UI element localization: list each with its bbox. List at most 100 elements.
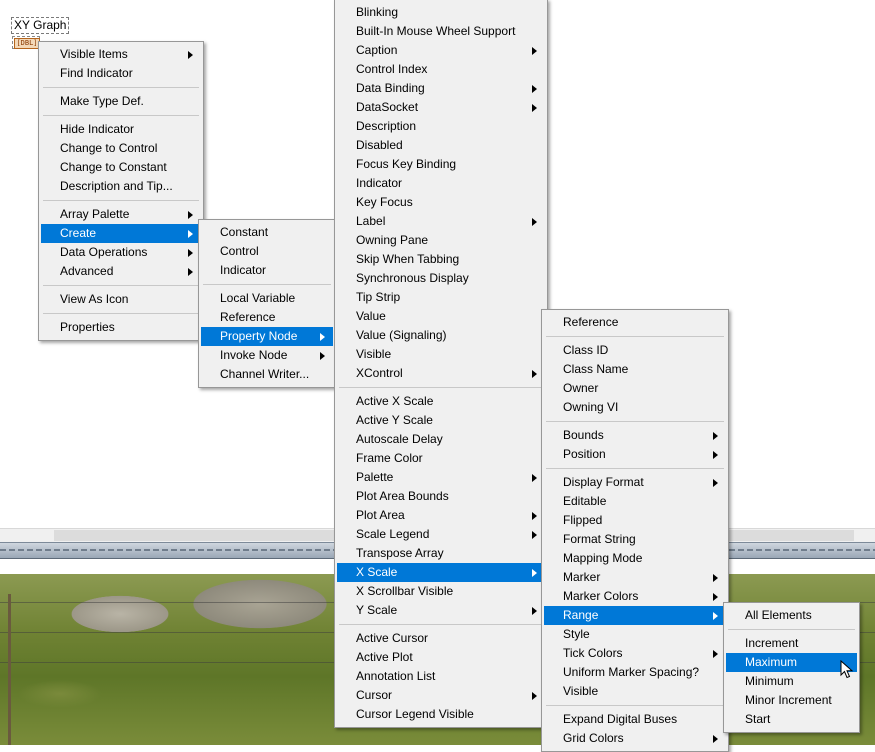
menu-item-owner[interactable]: Owner [544, 379, 726, 398]
menu-item-label: X Scrollbar Visible [356, 584, 454, 598]
menu-item-label[interactable]: Label [337, 212, 545, 231]
menu-item-bounds[interactable]: Bounds [544, 426, 726, 445]
menu-item-scale-legend[interactable]: Scale Legend [337, 525, 545, 544]
menu-item-control[interactable]: Control [201, 242, 333, 261]
menu-item-built-in-mouse-wheel-support[interactable]: Built-In Mouse Wheel Support [337, 22, 545, 41]
menu-item-skip-when-tabbing[interactable]: Skip When Tabbing [337, 250, 545, 269]
x-scale-submenu[interactable]: Reference Class ID Class Name Owner Owning V… [541, 309, 729, 752]
menu-item-change-to-constant[interactable]: Change to Constant [41, 158, 201, 177]
menu-item-active-x-scale[interactable]: Active X Scale [337, 392, 545, 411]
menu-item-view-as-icon[interactable]: View As Icon [41, 290, 201, 309]
menu-item-value-signaling[interactable]: Value (Signaling) [337, 326, 545, 345]
menu-item-hide-indicator[interactable]: Hide Indicator [41, 120, 201, 139]
menu-item-xcontrol[interactable]: XControl [337, 364, 545, 383]
menu-item-plot-area-bounds[interactable]: Plot Area Bounds [337, 487, 545, 506]
menu-item-owning-vi[interactable]: Owning VI [544, 398, 726, 417]
menu-item-visible-items[interactable]: Visible Items [41, 45, 201, 64]
menu-item-data-binding[interactable]: Data Binding [337, 79, 545, 98]
menu-item-make-type-def[interactable]: Make Type Def. [41, 92, 201, 111]
menu-item-position[interactable]: Position [544, 445, 726, 464]
menu-item-properties[interactable]: Properties [41, 318, 201, 337]
submenu-arrow-icon [188, 249, 193, 257]
menu-item-tick-colors[interactable]: Tick Colors [544, 644, 726, 663]
menu-item-local-variable[interactable]: Local Variable [201, 289, 333, 308]
menu-item-format-string[interactable]: Format String [544, 530, 726, 549]
menu-item-increment[interactable]: Increment [726, 634, 857, 653]
submenu-arrow-icon [532, 569, 537, 577]
menu-item-owning-pane[interactable]: Owning Pane [337, 231, 545, 250]
menu-item-create[interactable]: Create [41, 224, 201, 243]
menu-item-start[interactable]: Start [726, 710, 857, 729]
menu-item-indicator[interactable]: Indicator [201, 261, 333, 280]
menu-item-annotation-list[interactable]: Annotation List [337, 667, 545, 686]
menu-item-maximum[interactable]: Maximum [726, 653, 857, 672]
menu-item-array-palette[interactable]: Array Palette [41, 205, 201, 224]
xy-graph-terminal[interactable]: [DBL] [12, 36, 40, 49]
menu-item-label: Owner [563, 381, 599, 395]
menu-separator [43, 313, 199, 314]
menu-item-label: Visible [563, 684, 599, 698]
menu-item-blinking[interactable]: Blinking [337, 3, 545, 22]
menu-item-mapping-mode[interactable]: Mapping Mode [544, 549, 726, 568]
menu-item-focus-key-binding[interactable]: Focus Key Binding [337, 155, 545, 174]
menu-item-class-name[interactable]: Class Name [544, 360, 726, 379]
menu-item-editable[interactable]: Editable [544, 492, 726, 511]
submenu-arrow-icon [532, 512, 537, 520]
menu-item-synchronous-display[interactable]: Synchronous Display [337, 269, 545, 288]
menu-item-advanced[interactable]: Advanced [41, 262, 201, 281]
menu-item-change-to-control[interactable]: Change to Control [41, 139, 201, 158]
menu-item-class-id[interactable]: Class ID [544, 341, 726, 360]
menu-item-indicator[interactable]: Indicator [337, 174, 545, 193]
menu-separator [546, 468, 724, 469]
context-menu[interactable]: Visible Items Find Indicator Make Type Def… [38, 41, 204, 341]
menu-item-description[interactable]: Description [337, 117, 545, 136]
xy-graph-label[interactable]: XY Graph [11, 17, 70, 34]
menu-item-minor-increment[interactable]: Minor Increment [726, 691, 857, 710]
menu-item-caption[interactable]: Caption [337, 41, 545, 60]
menu-item-marker[interactable]: Marker [544, 568, 726, 587]
menu-item-autoscale-delay[interactable]: Autoscale Delay [337, 430, 545, 449]
menu-item-disabled[interactable]: Disabled [337, 136, 545, 155]
menu-item-style[interactable]: Style [544, 625, 726, 644]
menu-item-frame-color[interactable]: Frame Color [337, 449, 545, 468]
menu-item-reference[interactable]: Reference [201, 308, 333, 327]
menu-item-x-scrollbar-visible[interactable]: X Scrollbar Visible [337, 582, 545, 601]
create-submenu[interactable]: Constant Control Indicator Local Variable Re… [198, 219, 336, 388]
menu-item-plot-area[interactable]: Plot Area [337, 506, 545, 525]
property-node-submenu[interactable]: Blinking Built-In Mouse Wheel Support Capt… [334, 0, 548, 728]
menu-item-visible[interactable]: Visible [544, 682, 726, 701]
menu-item-marker-colors[interactable]: Marker Colors [544, 587, 726, 606]
menu-item-invoke-node[interactable]: Invoke Node [201, 346, 333, 365]
menu-item-visible[interactable]: Visible [337, 345, 545, 364]
menu-item-property-node[interactable]: Property Node [201, 327, 333, 346]
menu-item-x-scale[interactable]: X Scale [337, 563, 545, 582]
menu-item-y-scale[interactable]: Y Scale [337, 601, 545, 620]
menu-item-find-indicator[interactable]: Find Indicator [41, 64, 201, 83]
menu-item-control-index[interactable]: Control Index [337, 60, 545, 79]
menu-item-active-plot[interactable]: Active Plot [337, 648, 545, 667]
menu-item-range[interactable]: Range [544, 606, 726, 625]
menu-item-data-operations[interactable]: Data Operations [41, 243, 201, 262]
menu-item-display-format[interactable]: Display Format [544, 473, 726, 492]
menu-item-uniform-marker-spacing[interactable]: Uniform Marker Spacing? [544, 663, 726, 682]
menu-item-cursor[interactable]: Cursor [337, 686, 545, 705]
menu-item-active-y-scale[interactable]: Active Y Scale [337, 411, 545, 430]
menu-item-cursor-legend-visible[interactable]: Cursor Legend Visible [337, 705, 545, 724]
menu-item-palette[interactable]: Palette [337, 468, 545, 487]
menu-item-label: Palette [356, 470, 394, 484]
menu-item-expand-digital-buses[interactable]: Expand Digital Buses [544, 710, 726, 729]
menu-item-description-and-tip[interactable]: Description and Tip... [41, 177, 201, 196]
menu-item-grid-colors[interactable]: Grid Colors [544, 729, 726, 748]
menu-item-value[interactable]: Value [337, 307, 545, 326]
menu-item-active-cursor[interactable]: Active Cursor [337, 629, 545, 648]
menu-item-constant[interactable]: Constant [201, 223, 333, 242]
menu-item-flipped[interactable]: Flipped [544, 511, 726, 530]
menu-item-tip-strip[interactable]: Tip Strip [337, 288, 545, 307]
menu-item-reference[interactable]: Reference [544, 313, 726, 332]
menu-item-datasocket[interactable]: DataSocket [337, 98, 545, 117]
menu-item-minimum[interactable]: Minimum [726, 672, 857, 691]
menu-item-key-focus[interactable]: Key Focus [337, 193, 545, 212]
menu-item-transpose-array[interactable]: Transpose Array [337, 544, 545, 563]
menu-item-channel-writer[interactable]: Channel Writer... [201, 365, 333, 384]
menu-item-all-elements[interactable]: All Elements [726, 606, 857, 625]
